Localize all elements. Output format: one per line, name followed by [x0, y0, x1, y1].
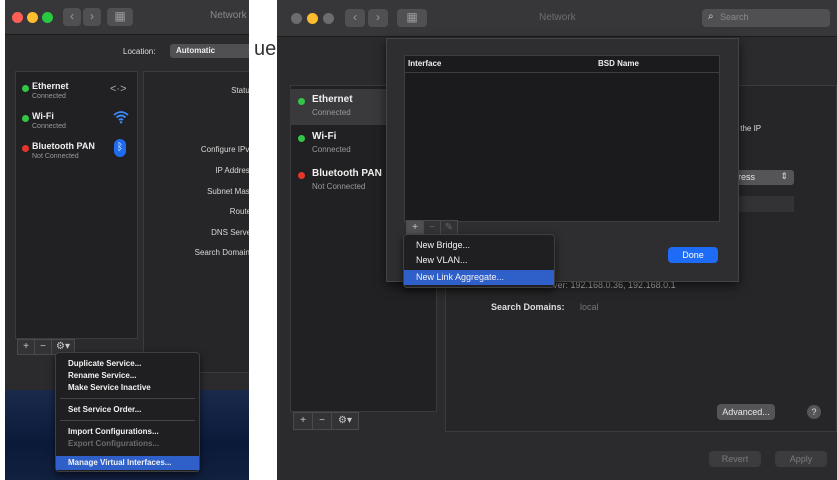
chevron-right-icon: › — [90, 9, 94, 23]
interfaces-table: Interface BSD Name — [404, 55, 720, 222]
updown-chevron-icon: ⇕ — [780, 171, 788, 181]
location-label: Location: — [123, 47, 156, 56]
add-interface-menu: New Bridge... New VLAN... New Link Aggre… — [403, 234, 555, 288]
chevron-left-icon: ‹ — [70, 9, 74, 23]
revert-button[interactable]: Revert — [709, 451, 761, 467]
service-name: Bluetooth PAN — [312, 168, 382, 179]
menu-item-new-bridge[interactable]: New Bridge... — [404, 238, 554, 253]
wifi-icon — [113, 111, 129, 124]
search-domains-value: local — [580, 302, 599, 312]
left-network-window: ‹ › ▦ Network Location: Automatic Ethern… — [5, 0, 249, 480]
router-label: Router: — [229, 207, 249, 216]
apply-button[interactable]: Apply — [775, 451, 827, 467]
remove-service-button[interactable]: − — [34, 339, 52, 355]
table-header: Interface BSD Name — [405, 56, 719, 73]
zoom-button[interactable] — [42, 12, 53, 23]
magnifier-icon: ⌕ — [708, 11, 714, 22]
left-titlebar: ‹ › ▦ Network — [5, 0, 249, 35]
add-service-button[interactable]: + — [293, 412, 313, 430]
minimize-button[interactable] — [307, 13, 318, 24]
ip-address-label: IP Address: — [215, 166, 249, 175]
add-service-button[interactable]: + — [17, 339, 35, 355]
menu-item-new-vlan[interactable]: New VLAN... — [404, 253, 554, 268]
service-name: Ethernet — [312, 94, 353, 105]
service-list: Ethernet Connected <·> Wi-Fi Connected B… — [15, 71, 138, 339]
bluetooth-icon: ᛒ — [114, 139, 126, 157]
service-status: Not Connected — [312, 182, 366, 191]
service-name: Wi-Fi — [32, 111, 54, 121]
service-name: Bluetooth PAN — [32, 141, 95, 151]
back-button[interactable]: ‹ — [63, 8, 81, 26]
menu-item-manage-virtual-interfaces[interactable]: Manage Virtual Interfaces... — [56, 456, 199, 470]
menu-separator — [60, 420, 195, 421]
service-item-wifi[interactable]: Wi-Fi Connected — [16, 108, 137, 142]
menu-item-new-link-aggregate[interactable]: New Link Aggregate... — [404, 270, 554, 285]
menu-item-set-service-order[interactable]: Set Service Order... — [56, 403, 199, 417]
menu-separator — [60, 398, 195, 399]
grid-icon: ▦ — [114, 9, 126, 23]
service-status: Connected — [32, 123, 66, 130]
service-status: Not Connected — [32, 153, 79, 160]
status-dot — [22, 145, 29, 152]
done-button[interactable]: Done — [668, 247, 718, 263]
status-dot — [298, 98, 305, 105]
forward-button[interactable]: › — [83, 8, 101, 26]
remove-service-button[interactable]: − — [312, 412, 332, 430]
stray-text: ue — [254, 38, 277, 60]
close-button[interactable] — [12, 12, 23, 23]
column-bsd-name[interactable]: BSD Name — [598, 59, 639, 68]
bluetooth-glyph: ᛒ — [117, 142, 123, 153]
menu-item-export-configurations: Export Configurations... — [68, 439, 160, 448]
zoom-button[interactable] — [323, 13, 334, 24]
subnet-mask-label: Subnet Mask: — [207, 187, 249, 196]
service-status: Connected — [312, 145, 351, 154]
location-value: Automatic — [176, 46, 216, 55]
configure-ipv4-label: Configure IPv4: — [200, 145, 249, 154]
search-field[interactable]: ⌕ Search — [702, 9, 830, 27]
service-item-bluetooth-pan[interactable]: Bluetooth PAN Not Connected ᛒ — [16, 138, 137, 172]
grid-icon: ▦ — [406, 10, 418, 24]
location-select[interactable]: Automatic — [170, 44, 249, 58]
service-name: Wi-Fi — [312, 131, 337, 142]
service-status: Connected — [312, 108, 351, 117]
service-status: Connected — [32, 93, 66, 100]
gear-action-menu: Duplicate Service... Rename Service... M… — [55, 352, 200, 472]
service-actions-bar: + − ⚙▾ — [293, 412, 359, 430]
advanced-button[interactable]: Advanced... — [717, 404, 775, 420]
close-button[interactable] — [291, 13, 302, 24]
show-all-button[interactable]: ▦ — [107, 8, 133, 26]
detail-pane: Status: Configure IPv4: IP Address: Subn… — [143, 71, 249, 373]
minimize-button[interactable] — [27, 12, 38, 23]
status-dot — [298, 172, 305, 179]
ethernet-icon: <·> — [110, 83, 127, 95]
status-dot — [22, 115, 29, 122]
help-button[interactable]: ? — [807, 405, 821, 419]
forward-button[interactable]: › — [368, 9, 388, 27]
search-domains-label: Search Domains: — [194, 248, 249, 257]
service-item-ethernet[interactable]: Ethernet Connected <·> — [16, 78, 137, 112]
chevron-right-icon: › — [376, 10, 380, 24]
back-button[interactable]: ‹ — [345, 9, 365, 27]
column-interface[interactable]: Interface — [408, 59, 441, 68]
right-titlebar: ‹ › ▦ Network ⌕ Search — [277, 0, 837, 37]
chevron-left-icon: ‹ — [353, 10, 357, 24]
show-all-button[interactable]: ▦ — [397, 9, 427, 27]
right-network-window: ‹ › ▦ Network ⌕ Search Ethernet Connecte… — [277, 0, 837, 480]
action-gear-button[interactable]: ⚙▾ — [331, 412, 359, 430]
menu-item-make-service-inactive[interactable]: Make Service Inactive — [56, 381, 199, 395]
status-dot — [298, 135, 305, 142]
window-title: Network — [210, 10, 247, 21]
configure-ipv4-value: ress — [738, 172, 756, 182]
service-name: Ethernet — [32, 81, 69, 91]
status-label: Status: — [231, 86, 249, 95]
window-title: Network — [539, 12, 576, 23]
search-domains-label: Search Domains: — [491, 302, 565, 312]
status-dot — [22, 85, 29, 92]
dns-server-label: DNS Server: — [211, 228, 249, 237]
search-placeholder: Search — [720, 12, 749, 22]
